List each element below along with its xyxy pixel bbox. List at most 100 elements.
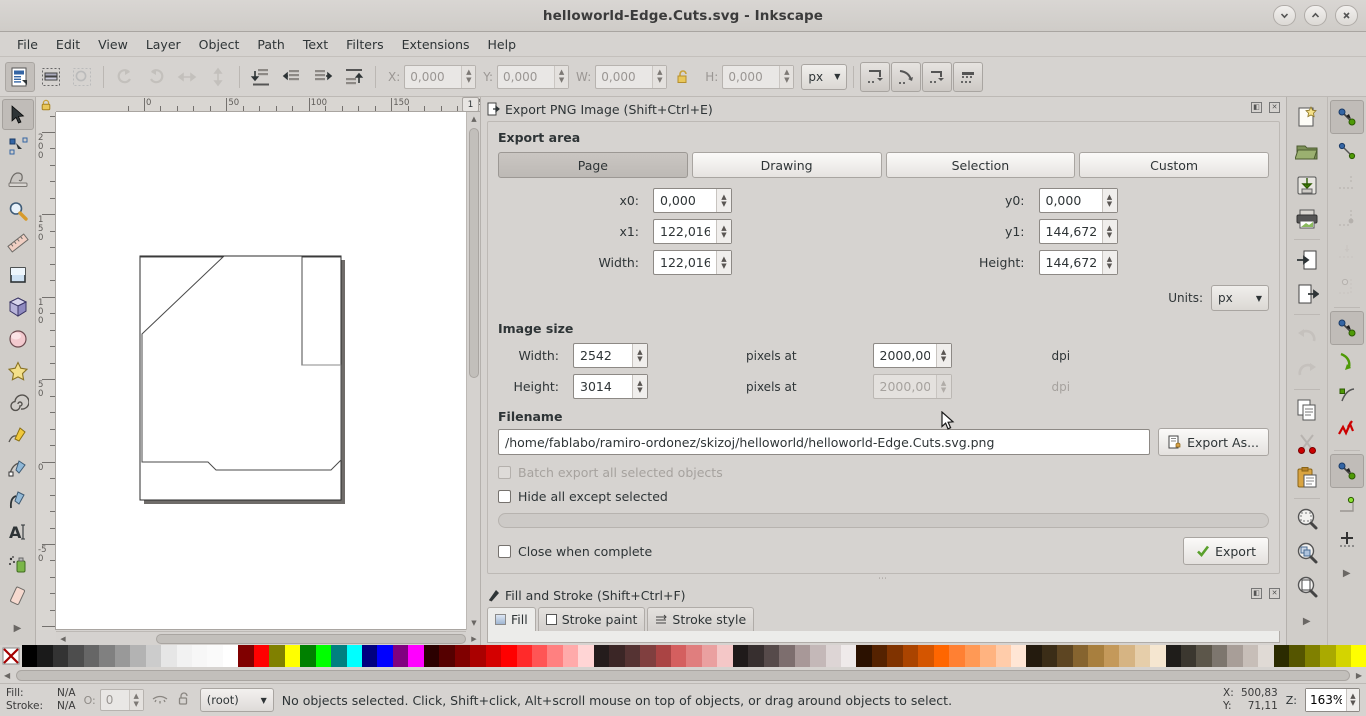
palette-swatch[interactable]	[980, 645, 996, 667]
toolbar-h-spinner[interactable]: ▲▼	[722, 64, 795, 89]
spinner-arrows[interactable]: ▲ ▼	[779, 65, 794, 88]
y0-input[interactable]	[1039, 189, 1102, 212]
spinner-arrows[interactable]: ▲ ▼	[632, 344, 647, 367]
palette-swatch[interactable]	[1227, 645, 1243, 667]
image-width-input[interactable]	[574, 344, 632, 367]
palette-swatch[interactable]	[1211, 645, 1228, 667]
palette-swatch[interactable]	[99, 645, 115, 667]
tool-eraser[interactable]	[2, 581, 34, 612]
palette-swatch[interactable]	[331, 645, 347, 667]
palette-swatch[interactable]	[300, 645, 316, 667]
spinner-arrows[interactable]: ▲ ▼	[632, 375, 647, 398]
rotate-ccw-button[interactable]	[110, 62, 140, 92]
palette-swatch[interactable]	[686, 645, 702, 667]
redo-button[interactable]	[1290, 352, 1324, 386]
palette-swatch[interactable]	[37, 645, 53, 667]
spinner-arrows[interactable]: ▲ ▼	[716, 220, 731, 243]
palette-swatch[interactable]	[779, 645, 795, 667]
palette-swatch[interactable]	[763, 645, 780, 667]
export-panel-iconify-button[interactable]: ◧	[1251, 102, 1262, 113]
drawing-canvas[interactable]	[56, 112, 480, 630]
menu-view[interactable]: View	[89, 34, 137, 55]
tab-stroke-paint[interactable]: Stroke paint	[537, 607, 646, 631]
snap-node-button[interactable]	[1329, 454, 1364, 488]
tab-fill[interactable]: Fill	[487, 607, 536, 631]
scroll-right-button[interactable]: ▶	[468, 632, 480, 646]
zoom-input[interactable]	[1306, 689, 1346, 711]
toolbar-units-select[interactable]: px ▼	[801, 63, 848, 90]
toolbar-y-spinner[interactable]: ▲▼	[497, 64, 570, 89]
area-width-input[interactable]	[654, 251, 716, 274]
palette-swatch[interactable]	[68, 645, 84, 667]
palette-swatch[interactable]	[1289, 645, 1305, 667]
toolbox-overflow-button[interactable]: ▶	[2, 613, 34, 644]
zoom-spinner[interactable]: ▲▼	[1305, 688, 1360, 712]
flip-vertical-button[interactable]	[203, 62, 233, 92]
spinner-arrows[interactable]: ▲ ▼	[716, 189, 731, 212]
new-from-template-button[interactable]	[1290, 100, 1324, 134]
palette-swatch[interactable]	[1134, 645, 1151, 667]
fill-stroke-iconify-button[interactable]: ◧	[1251, 588, 1262, 599]
spinner-arrows[interactable]: ▲ ▼	[652, 65, 667, 88]
snap-midpoint-button[interactable]	[1330, 236, 1364, 270]
palette-swatch[interactable]	[578, 645, 594, 667]
palette-swatch[interactable]	[423, 645, 440, 667]
tool-star[interactable]	[2, 356, 34, 387]
dpi-spinner-1[interactable]: ▲▼	[872, 343, 952, 368]
tool-selector[interactable]	[1, 99, 34, 131]
palette-swatch[interactable]	[918, 645, 934, 667]
snap-node-path-button[interactable]	[1330, 202, 1364, 236]
palette-swatch[interactable]	[377, 645, 393, 667]
palette-swatch[interactable]	[1072, 645, 1089, 667]
palette-swatch[interactable]	[732, 645, 749, 667]
snap-bbox-button[interactable]	[860, 61, 891, 92]
tool-calligraphy[interactable]	[2, 484, 34, 515]
palette-swatch[interactable]	[361, 645, 378, 667]
tool-rectangle[interactable]	[2, 260, 34, 291]
palette-swatch[interactable]	[114, 645, 131, 667]
palette-swatch[interactable]	[1041, 645, 1058, 667]
snap-enable-button[interactable]	[1329, 100, 1364, 134]
palette-swatch[interactable]	[964, 645, 981, 667]
snap-path-intersection-button[interactable]	[1330, 379, 1364, 413]
menu-filters[interactable]: Filters	[337, 34, 392, 55]
palette-none-swatch[interactable]	[0, 645, 22, 667]
palette-swatch[interactable]	[161, 645, 177, 667]
raise-to-top-button[interactable]	[339, 62, 369, 92]
zoom-selection-button[interactable]	[1290, 536, 1324, 570]
palette-swatch[interactable]	[83, 645, 100, 667]
palette-swatch[interactable]	[346, 645, 362, 667]
right-dock-overflow-1[interactable]: ▶	[1290, 604, 1324, 638]
x1-input[interactable]	[654, 220, 716, 243]
snap-object-rotation-button[interactable]	[1329, 311, 1364, 345]
image-width-spinner[interactable]: ▲▼	[573, 343, 648, 368]
snap-grid-button[interactable]	[953, 61, 984, 92]
lower-one-step-button[interactable]	[277, 62, 307, 92]
y1-input[interactable]	[1039, 220, 1102, 243]
toolbar-select-all-button[interactable]	[5, 61, 35, 92]
palette-swatch[interactable]	[1119, 645, 1135, 667]
tool-bezier[interactable]	[2, 452, 34, 483]
palette-swatch[interactable]	[392, 645, 409, 667]
palette-swatch[interactable]	[871, 645, 888, 667]
area-height-spinner[interactable]: ▲▼	[1038, 250, 1118, 275]
palette-swatch[interactable]	[547, 645, 563, 667]
palette-swatch[interactable]	[593, 645, 610, 667]
close-when-complete-row[interactable]: Close when complete Export	[498, 537, 1269, 565]
export-area-drawing-button[interactable]: Drawing	[691, 152, 882, 178]
spinner-arrows[interactable]: ▲ ▼	[1101, 251, 1117, 274]
menu-extensions[interactable]: Extensions	[393, 34, 479, 55]
export-area-custom-button[interactable]: Custom	[1079, 152, 1269, 178]
palette-swatch[interactable]	[1026, 645, 1042, 667]
tool-tweak[interactable]	[2, 163, 34, 194]
flip-horizontal-button[interactable]	[172, 62, 202, 92]
close-when-complete-group[interactable]: Close when complete	[498, 544, 652, 559]
zoom-page-button[interactable]	[1290, 570, 1324, 604]
lower-to-bottom-button[interactable]	[246, 62, 276, 92]
palette-swatch[interactable]	[655, 645, 672, 667]
lock-ratio-button[interactable]	[668, 62, 698, 92]
palette-swatch[interactable]	[671, 645, 687, 667]
palette-swatch[interactable]	[130, 645, 146, 667]
export-area-selection-button[interactable]: Selection	[885, 152, 1076, 178]
palette-scroll-left-button[interactable]: ◀	[0, 671, 14, 680]
